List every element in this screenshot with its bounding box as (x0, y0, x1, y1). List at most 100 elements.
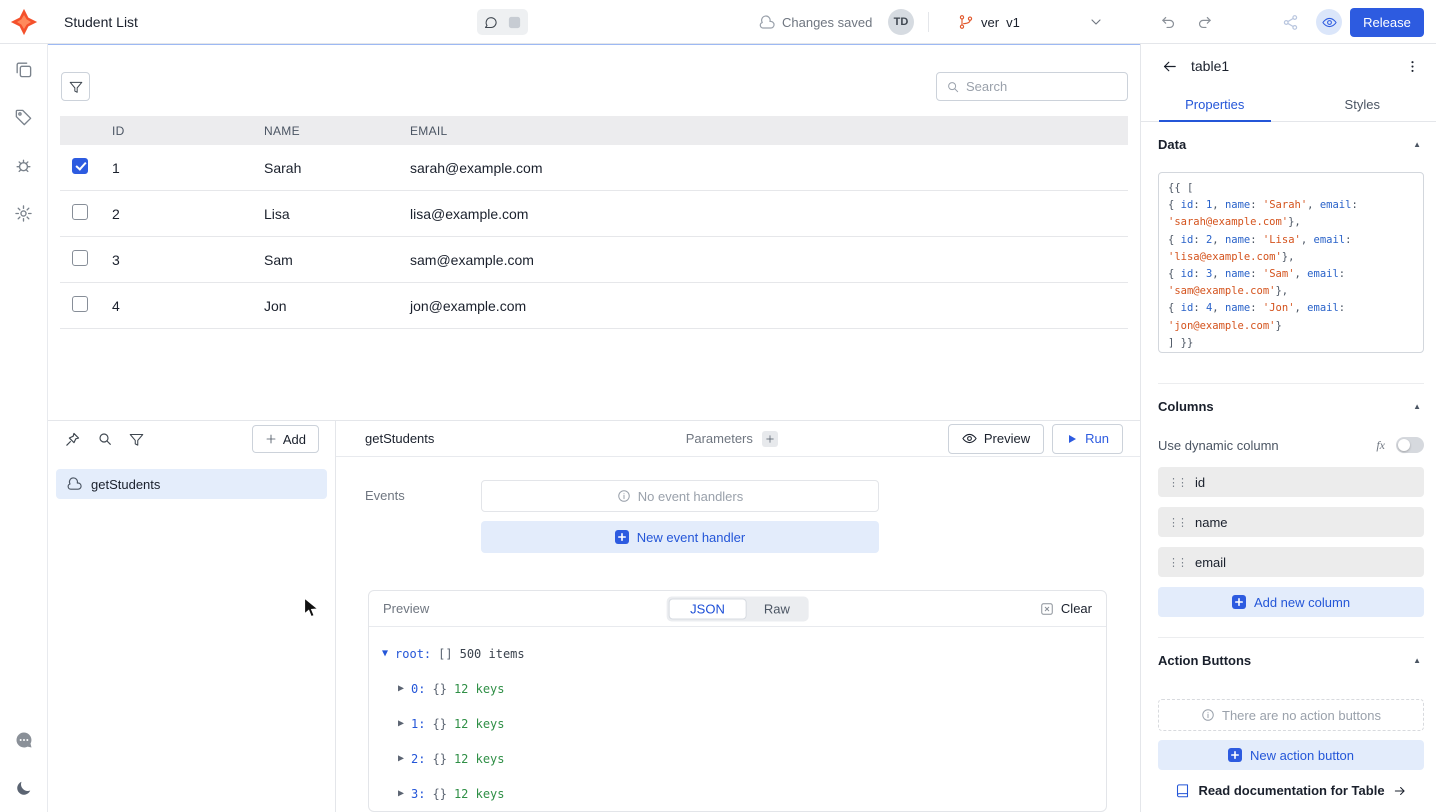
table-cell: Jon (256, 298, 402, 314)
table-row[interactable]: 1Sarahsarah@example.com (60, 145, 1128, 191)
tab-styles[interactable]: Styles (1289, 88, 1436, 121)
canvas-mode-button[interactable] (504, 12, 525, 32)
json-tree-node[interactable]: ▶0:{}12 keys (382, 671, 1106, 706)
pages-icon[interactable] (14, 60, 33, 79)
new-action-button[interactable]: New action button (1158, 740, 1424, 770)
column-header[interactable]: NAME (256, 124, 402, 138)
response-format-toggle: JSON Raw (666, 596, 809, 621)
theme-moon-icon[interactable] (14, 779, 33, 798)
row-checkbox[interactable] (72, 296, 88, 312)
filter-icon (69, 80, 83, 94)
query-actions: Preview Run (948, 424, 1123, 454)
dynamic-column-toggle[interactable] (1396, 437, 1424, 453)
query-list-panel: Add getStudents (48, 421, 336, 812)
play-icon (1066, 433, 1078, 445)
table-widget[interactable]: ID NAME EMAIL 1Sarahsarah@example.com2Li… (60, 72, 1128, 329)
clear-response-button[interactable]: Clear (1040, 601, 1092, 616)
app-root: Student List Changes saved TD ver v1 (0, 0, 1436, 812)
fx-icon[interactable]: fx (1376, 438, 1385, 453)
table-row[interactable]: 3Samsam@example.com (60, 237, 1128, 283)
plus-icon (265, 433, 277, 445)
table-cell: Lisa (256, 206, 402, 222)
comment-mode-button[interactable] (480, 12, 501, 32)
collapse-icon[interactable]: ▲ (1413, 656, 1424, 665)
divider (928, 12, 929, 32)
table-filter-button[interactable] (61, 72, 90, 101)
query-list-toolbar: Add (48, 421, 335, 457)
query-cloud-icon (66, 476, 82, 492)
column-list: ⋮⋮id ⋮⋮name ⋮⋮email (1158, 461, 1424, 577)
kebab-menu-icon[interactable] (1405, 59, 1420, 74)
table-row[interactable]: 2Lisalisa@example.com (60, 191, 1128, 237)
row-checkbox[interactable] (72, 158, 88, 174)
table-cell: 2 (104, 206, 256, 222)
datasource-icon[interactable] (14, 108, 33, 127)
undo-button[interactable] (1160, 0, 1177, 44)
query-items: getStudents (48, 457, 335, 503)
filter-icon[interactable] (129, 432, 144, 447)
share-button[interactable] (1282, 0, 1299, 44)
column-item[interactable]: ⋮⋮email (1158, 547, 1424, 577)
preview-button[interactable]: Preview (948, 424, 1044, 454)
row-checkbox[interactable] (72, 250, 88, 266)
column-item[interactable]: ⋮⋮id (1158, 467, 1424, 497)
column-item[interactable]: ⋮⋮name (1158, 507, 1424, 537)
redo-button[interactable] (1196, 0, 1213, 44)
preview-app-button[interactable] (1316, 9, 1342, 35)
collapse-icon[interactable]: ▼ (382, 648, 388, 659)
pin-icon[interactable] (64, 431, 81, 448)
json-tree-root[interactable]: ▼ root: [] 500 items (382, 636, 1106, 671)
new-event-handler-button[interactable]: New event handler (481, 521, 879, 553)
table-cell: 1 (104, 160, 256, 176)
help-icon[interactable] (14, 730, 34, 750)
expand-icon[interactable]: ▶ (398, 753, 404, 764)
debug-icon[interactable] (14, 156, 33, 175)
drag-handle-icon[interactable]: ⋮⋮ (1168, 476, 1186, 489)
collapse-icon[interactable]: ▲ (1413, 140, 1424, 149)
canvas[interactable]: ID NAME EMAIL 1Sarahsarah@example.com2Li… (48, 44, 1140, 420)
user-avatar[interactable]: TD (888, 9, 914, 35)
section-data-header[interactable]: Data ▲ (1158, 122, 1424, 167)
column-header[interactable]: EMAIL (402, 124, 1128, 138)
json-tree-node[interactable]: ▶1:{}12 keys (382, 706, 1106, 741)
section-columns: Columns ▲ Use dynamic column fx ⋮⋮id⋮⋮na… (1158, 383, 1424, 617)
expand-icon[interactable]: ▶ (398, 718, 404, 729)
tab-properties[interactable]: Properties (1141, 88, 1289, 121)
table-row[interactable]: 4Jonjon@example.com (60, 283, 1128, 329)
table-cell: sarah@example.com (402, 160, 1128, 176)
mouse-cursor (303, 597, 321, 619)
property-pane-header: table1 (1141, 44, 1436, 88)
json-tree-node[interactable]: ▶3:{}12 keys (382, 776, 1106, 811)
collapse-icon[interactable]: ▲ (1413, 402, 1424, 411)
add-new-column-button[interactable]: Add new column (1158, 587, 1424, 617)
version-selector[interactable]: ver v1 (958, 0, 1020, 44)
column-header[interactable]: ID (104, 124, 256, 138)
release-button[interactable]: Release (1350, 8, 1424, 37)
tab-raw[interactable]: Raw (747, 598, 807, 619)
bottom-pane: Add getStudents getStudents Parameters (48, 420, 1140, 812)
table-search[interactable] (936, 72, 1128, 101)
app-logo-icon[interactable] (10, 0, 38, 44)
drag-handle-icon[interactable]: ⋮⋮ (1168, 556, 1186, 569)
query-list-item[interactable]: getStudents (56, 469, 327, 499)
add-query-button[interactable]: Add (252, 425, 319, 453)
drag-handle-icon[interactable]: ⋮⋮ (1168, 516, 1186, 529)
documentation-link[interactable]: Read documentation for Table (1158, 783, 1424, 798)
table-cell: lisa@example.com (402, 206, 1128, 222)
tab-json[interactable]: JSON (668, 598, 747, 619)
table-data-code-editor[interactable]: {{ [ { id: 1, name: 'Sarah', email:'sara… (1158, 172, 1424, 353)
add-parameter-button[interactable] (762, 431, 778, 447)
run-button[interactable]: Run (1052, 424, 1123, 454)
back-arrow-icon[interactable] (1161, 58, 1178, 75)
section-actions-header[interactable]: Action Buttons ▲ (1158, 638, 1424, 683)
expand-icon[interactable]: ▶ (398, 788, 404, 799)
section-columns-header[interactable]: Columns ▲ (1158, 384, 1424, 429)
main-area: ID NAME EMAIL 1Sarahsarah@example.com2Li… (48, 44, 1140, 812)
settings-icon[interactable] (14, 204, 33, 223)
row-checkbox[interactable] (72, 204, 88, 220)
table-search-input[interactable] (966, 79, 1118, 94)
json-tree-node[interactable]: ▶2:{}12 keys (382, 741, 1106, 776)
search-icon[interactable] (97, 431, 113, 447)
expand-icon[interactable]: ▶ (398, 683, 404, 694)
chevron-down-icon[interactable] (1088, 0, 1104, 44)
